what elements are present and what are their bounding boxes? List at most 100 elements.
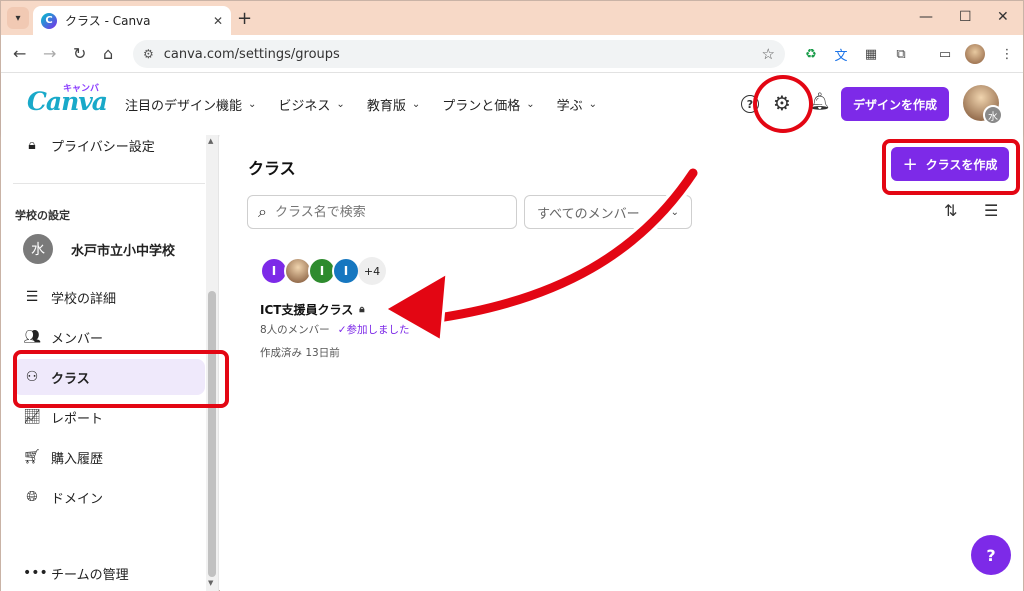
sidebar-divider [13,183,205,184]
settings-gear-icon[interactable]: ⚙ [773,91,791,115]
help-fab-button[interactable]: ? [971,535,1011,575]
class-search[interactable]: ⌕ [247,195,517,229]
canva-logo-kana: キャンバ [63,84,100,94]
tab-search-button[interactable]: ▾ [7,7,29,29]
extensions-puzzle-icon[interactable]: ⧉ [891,44,911,64]
scroll-up-icon[interactable]: ▲ [208,137,213,145]
sidebar-item-label: チームの管理 [51,567,129,583]
member-avatars: I I I +4 [260,257,430,285]
nav-label: 注目のデザイン機能 [125,99,243,114]
class-meta: 8人のメンバー ✓参加しました [260,322,430,337]
list-view-icon[interactable]: ☰ [984,201,998,220]
cart-icon: 🛒︎ [23,449,41,465]
notification-bell-icon[interactable]: 🔔︎ [809,92,831,112]
member-more-count: +4 [358,257,386,285]
tab-title: クラス - Canva [65,14,151,28]
chevron-down-icon: ⌄ [336,99,345,110]
minimize-icon[interactable]: — [919,9,933,25]
chevron-down-icon: ⌄ [248,99,257,110]
class-name: ICT支援員クラス [260,303,354,317]
member-filter-select[interactable]: すべてのメンバー ⌄ [524,195,692,229]
url-text: canva.com/settings/groups [163,46,340,62]
globe-icon: 🌐︎ [26,489,38,505]
sidebar-item-members[interactable]: 👥︎ メンバー [13,319,205,355]
member-filter-value: すべてのメンバー [537,206,640,222]
browser-menu-icon[interactable]: ⋮ [997,44,1017,64]
class-card[interactable]: I I I +4 ICT支援員クラス 🔒︎ 8人のメンバー ✓参加しました 作成… [260,257,430,367]
member-avatar: I [332,257,360,285]
sidebar-item-label: ドメイン [51,491,104,507]
plus-icon: + [902,153,918,175]
list-icon: ☰ [25,289,39,305]
scroll-down-icon[interactable]: ▼ [208,579,213,587]
groups-icon: ⚇ [25,369,39,385]
canva-header: Canva キャンバ 注目のデザイン機能 ⌄ ビジネス ⌄ 教育版 ⌄ プランと価格 ⌄… [1,73,1023,135]
profile-avatar[interactable] [965,44,985,64]
classes-main: クラス + クラスを作成 ⌕ すべてのメンバー ⌄ ⇅ ☰ I I I +4 I… [220,135,1023,591]
class-search-input[interactable] [274,204,495,220]
bookmark-star-icon[interactable]: ☆ [762,45,775,63]
window-close-icon[interactable]: ✕ [997,9,1009,25]
page-title: クラス [248,159,296,178]
chevron-down-icon: ⌄ [526,99,535,110]
lock-icon: 🔒︎ [359,304,365,315]
reading-view-icon[interactable]: ▦ [861,44,881,64]
extension-recycle-icon[interactable]: ♻ [801,44,821,64]
browser-tab[interactable]: C クラス - Canva ✕ [33,6,231,35]
class-name-row: ICT支援員クラス 🔒︎ [260,301,430,318]
sidebar-school[interactable]: 水 水戸市立小中学校 [13,231,205,267]
sidebar-item-team-manage[interactable]: ••• チームの管理 [13,555,205,591]
sidebar-item-purchases[interactable]: 🛒︎ 購入履歴 [13,439,205,475]
back-icon[interactable]: ← [13,44,26,63]
nav-business[interactable]: ビジネス ⌄ [278,95,344,114]
new-tab-icon[interactable]: + [237,8,252,29]
browser-toolbar: ← → ↻ ⌂ ⚙ canva.com/settings/groups ☆ ♻ … [1,35,1023,73]
help-icon[interactable]: ? [741,95,759,113]
more-dots-icon: ••• [23,565,48,581]
sort-icon[interactable]: ⇅ [944,201,957,220]
sidebar-item-label: レポート [51,411,104,427]
cast-icon[interactable]: ▭ [935,44,955,64]
nav-label: ビジネス [278,99,331,114]
site-info-icon[interactable]: ⚙ [143,47,154,61]
sidebar-item-domains[interactable]: 🌐︎ ドメイン [13,479,205,515]
school-name: 水戸市立小中学校 [71,243,176,259]
main-nav: 注目のデザイン機能 ⌄ ビジネス ⌄ 教育版 ⌄ プランと価格 ⌄ 学ぶ ⌄ [125,95,619,114]
tab-strip: ▾ C クラス - Canva ✕ + — ☐ ✕ [1,1,1023,35]
sidebar-item-label: プライバシー設定 [51,139,155,155]
nav-label: プランと価格 [442,99,521,114]
maximize-icon[interactable]: ☐ [959,9,972,25]
forward-icon[interactable]: → [43,44,56,63]
sidebar-section-title: 学校の設定 [15,209,70,222]
chevron-down-icon: ⌄ [411,99,421,110]
sidebar-scrollbar[interactable]: ▲ ▼ [206,135,218,591]
browser-window: ▾ C クラス - Canva ✕ + — ☐ ✕ ← → ↻ ⌂ ⚙ canv… [0,0,1024,591]
sidebar-item-label: 学校の詳細 [51,291,117,307]
reload-icon[interactable]: ↻ [73,44,86,63]
tab-close-icon[interactable]: ✕ [213,14,223,28]
sidebar-item-label: メンバー [51,331,104,347]
address-bar[interactable]: ⚙ canva.com/settings/groups ☆ [133,40,785,68]
sidebar-item-reports[interactable]: 📈︎ レポート [13,399,205,435]
nav-pricing[interactable]: プランと価格 ⌄ [442,95,534,114]
joined-status: ✓参加しました [337,324,410,336]
nav-learn[interactable]: 学ぶ ⌄ [557,95,597,114]
chevron-down-icon: ⌄ [588,99,598,110]
translate-icon[interactable]: 文 [831,44,851,64]
home-icon[interactable]: ⌂ [103,44,113,63]
nav-education[interactable]: 教育版 ⌄ [367,95,420,114]
sidebar-item-classes[interactable]: ⚇ クラス [13,359,205,395]
create-design-button[interactable]: デザインを作成 [841,87,949,121]
canva-favicon-icon: C [41,12,57,29]
class-created: 作成済み 13日前 [260,347,340,359]
sidebar-item-school-details[interactable]: ☰ 学校の詳細 [13,279,205,315]
user-avatar-badge: 水 [983,105,1003,125]
sidebar-item-label: クラス [51,371,90,387]
nav-label: 学ぶ [556,99,583,114]
nav-featured[interactable]: 注目のデザイン機能 ⌄ [125,95,256,114]
create-class-button[interactable]: + クラスを作成 [891,147,1009,181]
school-avatar: 水 [23,234,53,264]
scroll-thumb[interactable] [208,291,216,577]
sidebar-item-privacy[interactable]: 🔒︎ プライバシー設定 [13,127,205,163]
sidebar-item-label: 購入履歴 [51,451,104,467]
